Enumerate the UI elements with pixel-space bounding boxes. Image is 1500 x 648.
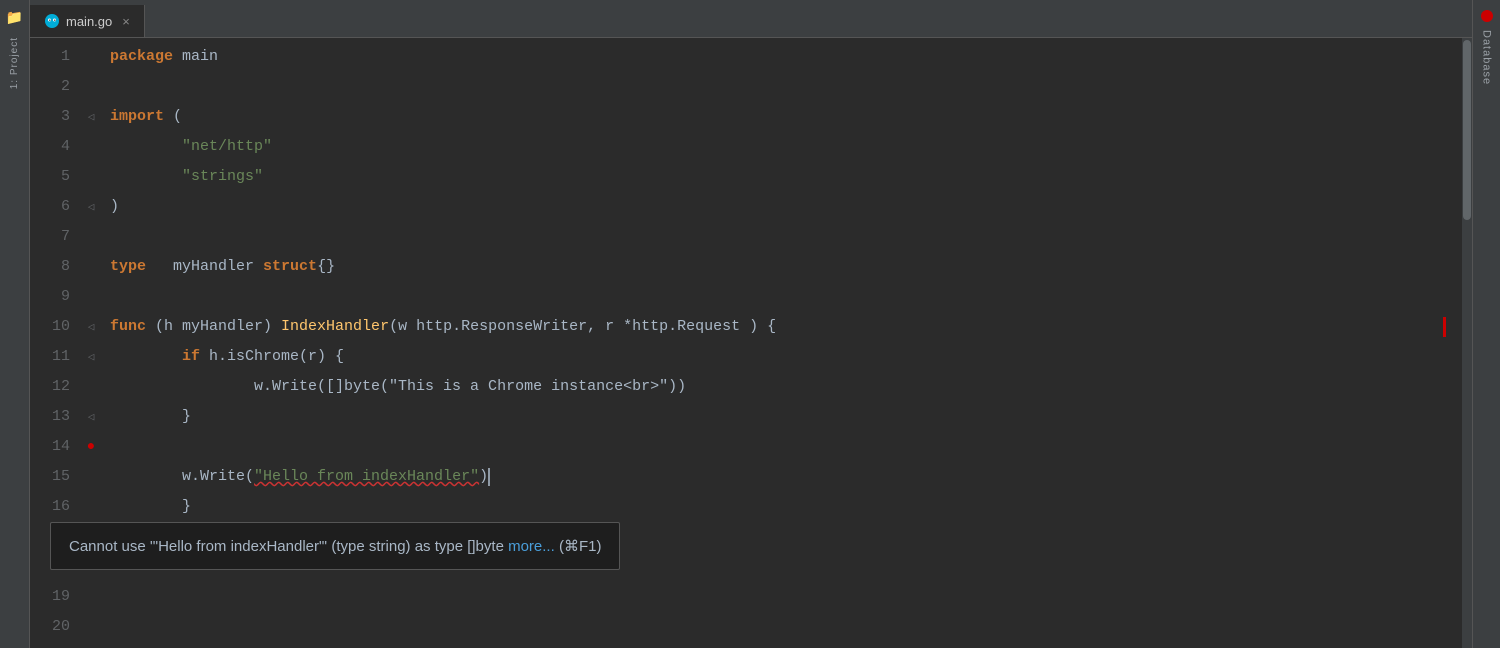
error-message: Cannot use '"Hello from indexHandler"' (… xyxy=(69,538,504,555)
keyword-type: type xyxy=(110,252,146,282)
keyword-package: package xyxy=(110,42,173,72)
code-line-7 xyxy=(110,222,1462,252)
tab-filename: main.go xyxy=(66,14,112,29)
code-line-6: ) xyxy=(110,192,1462,222)
fold-marker-10[interactable]: ◁ xyxy=(88,320,95,334)
keyword-if: if xyxy=(182,342,200,372)
code-line-5: "strings" xyxy=(110,162,1462,192)
code-editor[interactable]: 1 2 3 4 5 6 7 8 9 10 11 12 13 14 15 16 ·… xyxy=(30,38,1472,648)
error-icon-14: ● xyxy=(87,439,95,455)
code-line-20 xyxy=(110,612,1462,642)
code-line-4: "net/http" xyxy=(110,132,1462,162)
tab-close-button[interactable]: × xyxy=(122,14,130,29)
project-sidebar-label: 1: Project xyxy=(9,37,20,89)
code-line-12: w.Write([]byte("This is a Chrome instanc… xyxy=(110,372,1462,402)
fold-marker-11[interactable]: ◁ xyxy=(88,350,95,364)
code-line-3: import ( xyxy=(110,102,1462,132)
scrollbar-track[interactable] xyxy=(1462,38,1472,648)
fold-marker-3[interactable]: ◁ xyxy=(88,110,95,124)
folder-icon: 📁 xyxy=(6,10,23,27)
keyword-struct: struct xyxy=(263,252,317,282)
code-line-8: type myHandler struct{} xyxy=(110,252,1462,282)
shortcut-hint: (⌘F1) xyxy=(559,538,602,555)
code-line-10: func (h myHandler) IndexHandler(w http.R… xyxy=(110,312,1462,342)
keyword-import: import xyxy=(110,102,164,132)
more-link[interactable]: more... xyxy=(508,538,555,555)
code-line-1: package main xyxy=(110,42,1462,72)
error-string: "Hello from indexHandler" xyxy=(254,462,479,492)
tab-bar: main.go × xyxy=(30,0,1472,38)
scrollbar-thumb[interactable] xyxy=(1463,40,1471,220)
go-gopher-icon xyxy=(44,13,60,29)
database-sidebar-label: Database xyxy=(1481,30,1493,85)
code-line-13: } xyxy=(110,402,1462,432)
editor-container: main.go × 1 2 3 4 5 6 7 8 9 10 11 12 13 … xyxy=(30,0,1472,648)
error-tooltip: Cannot use '"Hello from indexHandler"' (… xyxy=(50,522,620,570)
left-sidebar: 📁 1: Project xyxy=(0,0,30,648)
code-line-19 xyxy=(110,582,1462,612)
code-line-11: if h.isChrome(r) { xyxy=(110,342,1462,372)
main-go-tab[interactable]: main.go × xyxy=(30,5,145,37)
code-line-9 xyxy=(110,282,1462,312)
fold-marker-6[interactable]: ◁ xyxy=(88,200,95,214)
code-line-14 xyxy=(110,432,1462,462)
cursor xyxy=(488,468,490,486)
error-dot-right xyxy=(1481,10,1493,22)
right-sidebar: Database xyxy=(1472,0,1500,648)
code-line-2 xyxy=(110,72,1462,102)
keyword-func: func xyxy=(110,312,146,342)
code-line-15: w.Write("Hello from indexHandler") xyxy=(110,462,1462,492)
fold-marker-13[interactable]: ◁ xyxy=(88,410,95,424)
code-line-16: } xyxy=(110,492,1462,522)
error-line-indicator xyxy=(1443,317,1446,337)
